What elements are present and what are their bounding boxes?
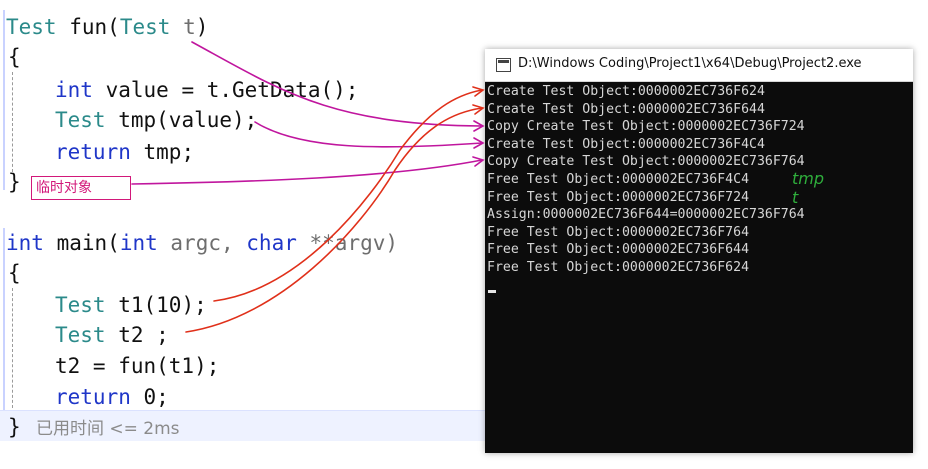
annotation-arrows: [131, 41, 485, 333]
arrow-note-to-copy: [131, 159, 483, 185]
arrow-param-to-copy: [191, 41, 483, 127]
